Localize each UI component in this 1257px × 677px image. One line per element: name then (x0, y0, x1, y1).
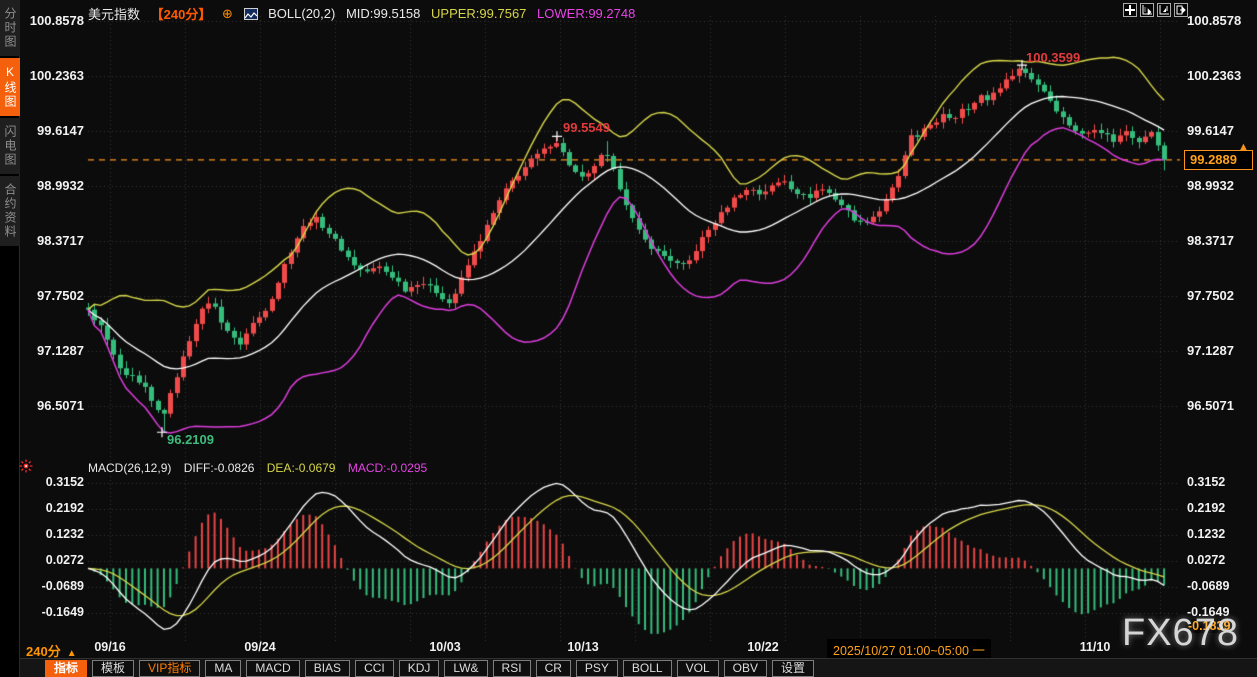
x-axis-label: 10/13 (567, 640, 599, 654)
macd-tick-left: -0.1649 (41, 605, 84, 619)
last-price-tag: 99.2889 (1184, 150, 1253, 170)
price-tick-left: 98.9932 (37, 178, 84, 193)
fx678-watermark: FX678 (1122, 612, 1239, 654)
x-axis-label: 09/24 (244, 640, 276, 654)
x-axis-label: 10/22 (747, 640, 779, 654)
price-tick-right: 96.5071 (1187, 398, 1234, 413)
price-tick-left: 97.7502 (37, 288, 84, 303)
x-axis-label: 10/03 (429, 640, 461, 654)
symbol-name: 美元指数 (88, 7, 141, 22)
interval-label: 【240分】 (150, 7, 212, 22)
sidebar-tab-kline-chart[interactable]: K线图 (0, 58, 20, 116)
toolbar-button-settings[interactable]: 设置 (771, 659, 814, 677)
toolbar-button-macd[interactable]: MACD (246, 659, 300, 677)
macd-legend: MACD(26,12,9) DIFF:-0.0826 DEA:-0.0679 M… (88, 461, 436, 475)
price-tick-left: 96.5071 (37, 398, 84, 413)
toolbar-button-boll[interactable]: BOLL (622, 659, 672, 677)
toolbar-button-template[interactable]: 模板 (92, 659, 135, 677)
collapse-icon[interactable]: ⊕ (222, 6, 233, 21)
price-annotation-low: 96.2109 (167, 432, 214, 447)
price-annotation-high: 99.5549 (563, 120, 610, 135)
toolbar-button-vol[interactable]: VOL (676, 659, 719, 677)
sidebar-tab-time-chart[interactable]: 分时图 (0, 0, 20, 56)
macd-tick-right: 0.1232 (1187, 527, 1226, 541)
pan-tool-icon[interactable] (1123, 3, 1137, 17)
x-axis-label: 11/10 (1079, 640, 1111, 654)
interval-badge-text: 240分 (26, 644, 61, 659)
macd-tick-right: -0.0689 (1187, 579, 1230, 593)
price-tick-left: 100.8578 (29, 13, 84, 28)
price-tick-right: 97.7502 (1187, 288, 1234, 303)
price-tick-left: 100.2363 (29, 68, 84, 83)
toolbar-button-rsi[interactable]: RSI (492, 659, 531, 677)
toolbar-button-ma[interactable]: MA (205, 659, 242, 677)
macd-dea-value: DEA:-0.0679 (266, 461, 336, 475)
price-tick-right: 97.1287 (1187, 343, 1234, 358)
toolbar-button-obv[interactable]: OBV (723, 659, 767, 677)
price-tick-left: 97.1287 (37, 343, 84, 358)
price-tick-left: 99.6147 (37, 123, 84, 138)
boll-mid-value: MID:99.5158 (345, 6, 421, 21)
chart-corner-tools (1123, 3, 1188, 17)
macd-tick-right: 0.2192 (1187, 501, 1226, 515)
main-chart-legend: 美元指数 【240分】 ⊕ BOLL(20,2) MID:99.5158 UPP… (88, 4, 642, 23)
toolbar-button-kdj[interactable]: KDJ (398, 659, 440, 677)
price-tick-right: 99.6147 (1187, 123, 1234, 138)
trading-app-window: 分时图 K线图 闪电图 合约资料 美元指数 【240分】 ⊕ BOLL(20,2) M… (0, 0, 1257, 677)
toolbar-button-lwr[interactable]: LW& (444, 659, 488, 677)
macd-tick-right: 0.3152 (1187, 475, 1226, 489)
toolbar-button-vip-indicator[interactable]: VIP指标 (139, 659, 201, 677)
x-axis-highlight-label: 2025/10/27 01:00~05:00 一 (827, 639, 991, 660)
chart-canvas[interactable] (0, 0, 1257, 677)
price-tick-left: 98.3717 (37, 233, 84, 248)
indicator-chart-icon[interactable] (243, 7, 258, 20)
macd-tick-left: 0.1232 (45, 527, 84, 541)
toolbar-button-psy[interactable]: PSY (575, 659, 618, 677)
chart-type-sidebar: 分时图 K线图 闪电图 合约资料 (0, 0, 20, 677)
macd-tick-left: -0.0689 (41, 579, 84, 593)
boll-upper-value: UPPER:99.7567 (431, 6, 527, 21)
x-axis-label: 09/16 (94, 640, 126, 654)
macd-tick-right: 0.0272 (1187, 553, 1226, 567)
macd-macd-value: MACD:-0.0295 (347, 461, 428, 475)
indicator-toolbar: 指标 模板 VIP指标 MA MACD BIAS CCI KDJ LW& RSI CR PSY BOLL… (0, 658, 1257, 677)
macd-tick-left: 0.2192 (45, 501, 84, 515)
price-tick-right: 100.8578 (1187, 13, 1242, 28)
sidebar-tab-contract-info[interactable]: 合约资料 (0, 176, 20, 246)
toolbar-button-bias[interactable]: BIAS (304, 659, 351, 677)
price-annotation-high: 100.3599 (1026, 50, 1081, 65)
macd-tick-left: 0.0272 (45, 553, 84, 567)
boll-lower-value: LOWER:99.2748 (537, 6, 636, 21)
price-tick-right: 100.2363 (1187, 68, 1242, 83)
price-tag-marker-icon: ▲ (1238, 141, 1249, 153)
toolbar-button-indicator[interactable]: 指标 (45, 659, 88, 677)
price-tick-right: 98.9932 (1187, 178, 1234, 193)
sidebar-tab-flash-chart[interactable]: 闪电图 (0, 118, 20, 174)
exit-chart-icon[interactable] (1174, 3, 1188, 17)
macd-diff-value: DIFF:-0.0826 (183, 461, 255, 475)
fit-vertical-axis-icon[interactable] (1157, 3, 1171, 17)
fit-horizontal-axis-icon[interactable] (1140, 3, 1154, 17)
boll-params-label: BOLL(20,2) (268, 6, 336, 21)
macd-panel-alert-icon[interactable] (19, 459, 33, 478)
toolbar-button-cr[interactable]: CR (535, 659, 571, 677)
toolbar-button-cci[interactable]: CCI (355, 659, 394, 677)
price-tick-right: 98.3717 (1187, 233, 1234, 248)
macd-params-label: MACD(26,12,9) (88, 461, 172, 475)
